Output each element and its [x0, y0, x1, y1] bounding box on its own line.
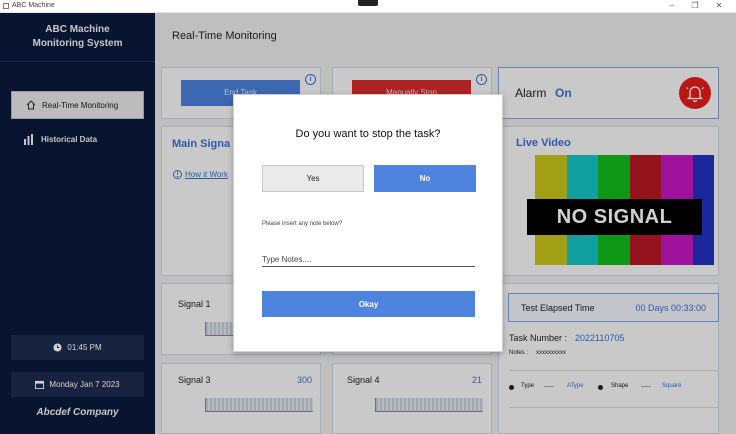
dialog-question: Do you want to stop the task?	[295, 128, 441, 140]
stop-task-dialog: Do you want to stop the task? Yes No Ple…	[233, 94, 503, 352]
minimize-button[interactable]: –	[665, 1, 679, 11]
camera-notch	[358, 0, 378, 6]
notes-input[interactable]	[262, 253, 475, 267]
no-button[interactable]: No	[374, 165, 476, 192]
yes-button[interactable]: Yes	[262, 165, 364, 192]
close-button[interactable]: ✕	[712, 1, 726, 11]
window-title: ABC Machine	[12, 2, 55, 9]
window-titlebar: ABC Machine – ❐ ✕	[0, 0, 736, 13]
app-icon	[3, 3, 9, 9]
maximize-button[interactable]: ❐	[688, 1, 702, 11]
note-prompt: Please insert any note below?	[262, 221, 343, 227]
okay-button[interactable]: Okay	[262, 291, 475, 317]
